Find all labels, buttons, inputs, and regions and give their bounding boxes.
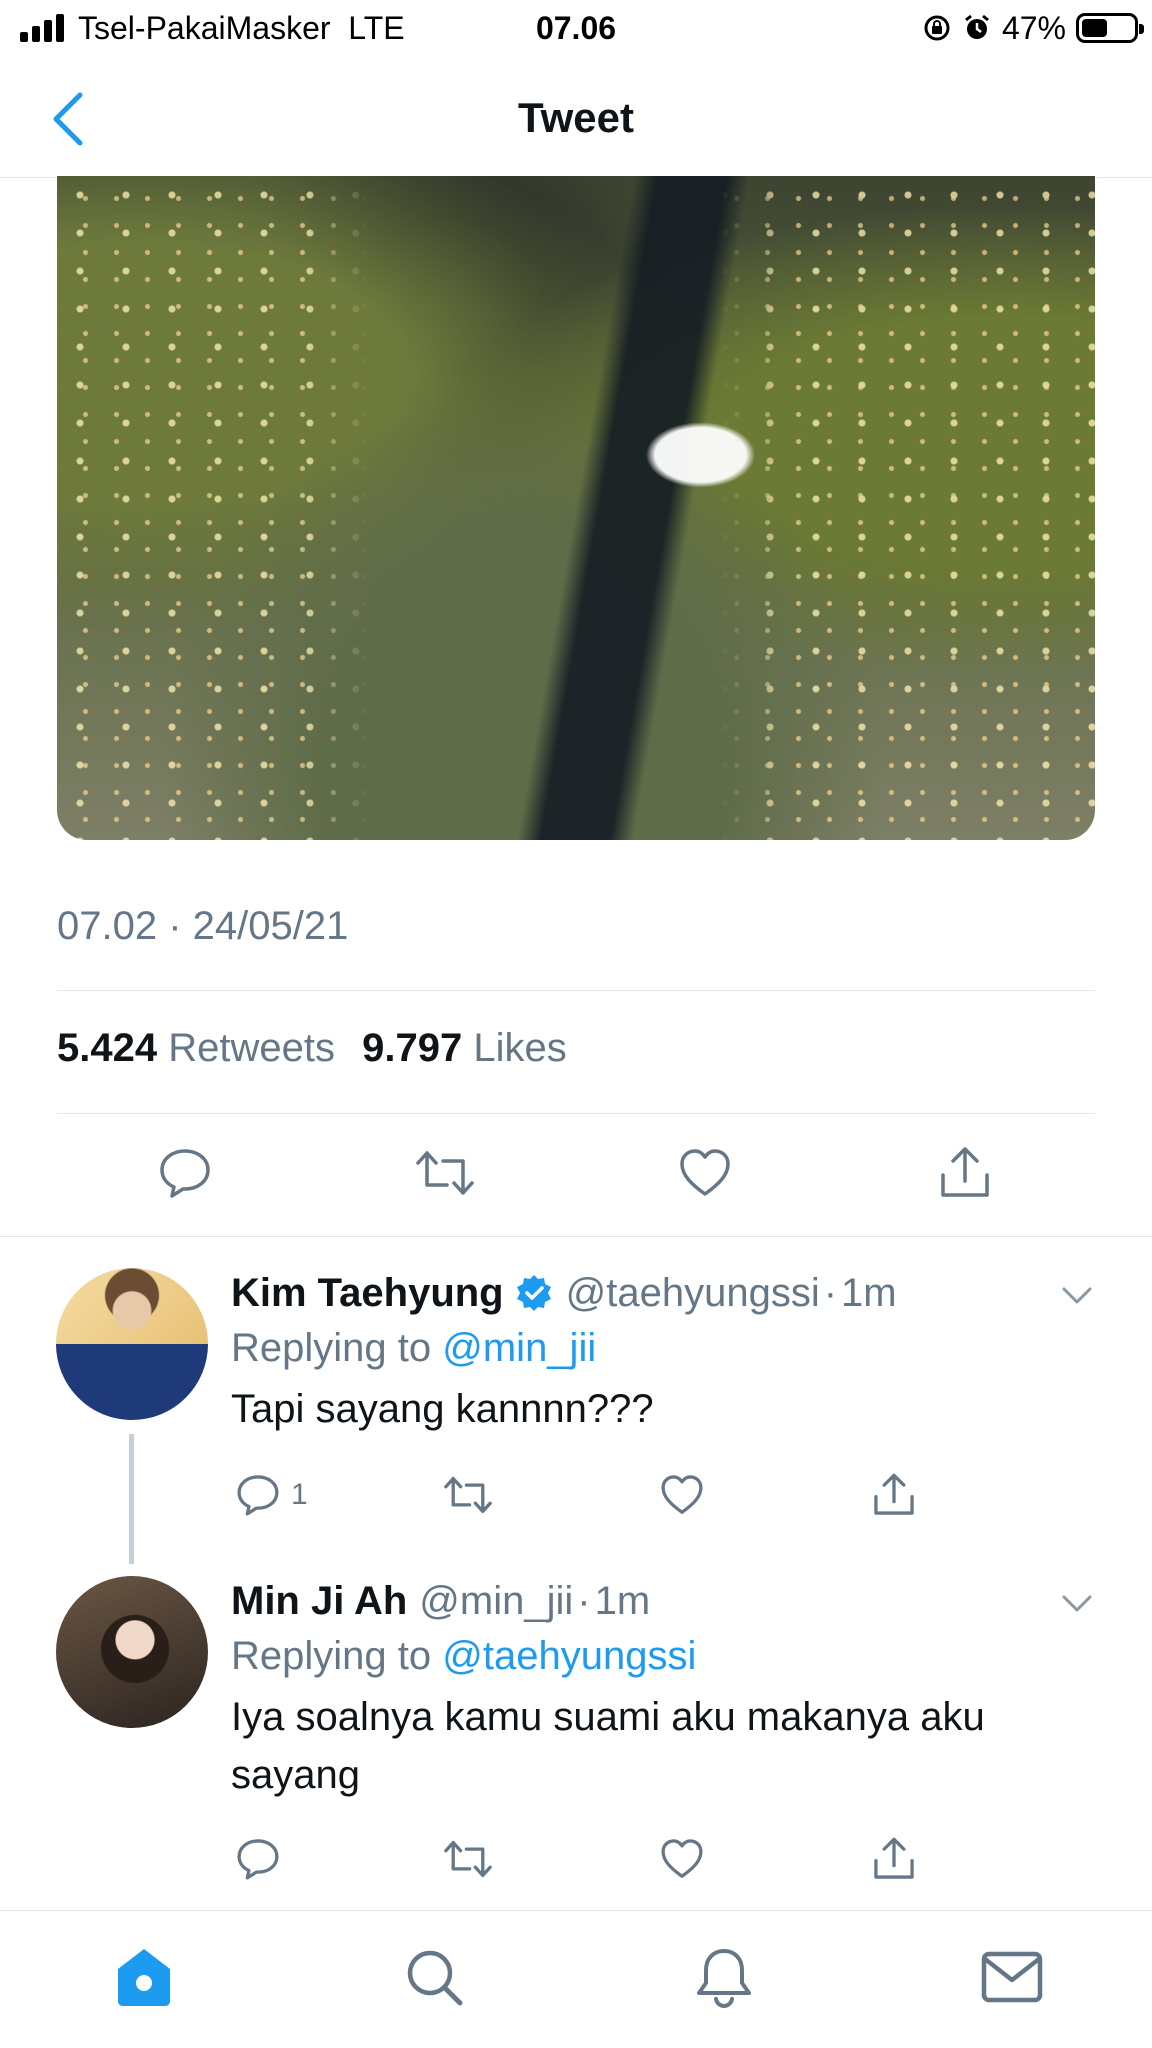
- like-button[interactable]: [659, 1470, 705, 1520]
- replying-to: Replying to @taehyungssi: [231, 1634, 697, 1678]
- reply-button[interactable]: [235, 1834, 281, 1884]
- nav-bar: Tweet: [0, 60, 1152, 178]
- battery-icon: [1076, 13, 1144, 43]
- tweet-actions: [57, 1140, 1095, 1206]
- separator-dot: ·: [577, 1578, 591, 1623]
- verified-badge-icon: [516, 1275, 551, 1311]
- likes-count: 9.797: [362, 1026, 463, 1070]
- reply-tweet[interactable]: Kim Taehyung @taehyungssi · 1m Replying …: [0, 1268, 1152, 1568]
- retweets-count: 5.424: [57, 1026, 158, 1070]
- reply-button[interactable]: 1: [235, 1470, 308, 1520]
- battery-percent: 47%: [1001, 9, 1066, 46]
- tab-search[interactable]: [400, 1943, 468, 2011]
- share-button[interactable]: [932, 1140, 998, 1206]
- like-icon: [661, 1839, 703, 1878]
- retweet-icon: [444, 1840, 492, 1878]
- reply-count: 1: [291, 1478, 308, 1511]
- divider: [57, 990, 1095, 991]
- reply-button[interactable]: [152, 1140, 218, 1206]
- like-icon: [680, 1149, 730, 1196]
- status-bar: Tsel-PakaiMasker LTE 07.06 47%: [0, 0, 1152, 58]
- home-icon: [118, 1949, 170, 2006]
- chevron-down-icon[interactable]: [1058, 1584, 1096, 1622]
- likes-label: Likes: [473, 1026, 567, 1070]
- likes-stat[interactable]: 9.797 Likes: [362, 1026, 583, 1070]
- tab-messages[interactable]: [978, 1943, 1046, 2011]
- like-button[interactable]: [672, 1140, 738, 1206]
- share-icon: [874, 1837, 914, 1879]
- replying-to: Replying to @min_jii: [231, 1326, 597, 1370]
- messages-icon: [981, 1951, 1043, 2003]
- retweets-label: Retweets: [168, 1026, 335, 1070]
- tab-bar: [0, 1910, 1152, 2048]
- retweet-button[interactable]: [443, 1834, 493, 1884]
- reply-text: Tapi sayang kannnn???: [231, 1387, 654, 1431]
- author-name[interactable]: Kim Taehyung: [231, 1271, 504, 1316]
- retweet-button[interactable]: [443, 1470, 493, 1520]
- divider: [0, 1236, 1152, 1237]
- notifications-icon: [697, 1949, 751, 2009]
- thread-line: [129, 1434, 134, 1564]
- mention-link[interactable]: @taehyungssi: [442, 1634, 696, 1678]
- search-icon: [407, 1950, 463, 2006]
- tweet-timestamp: 07.02 · 24/05/21: [57, 904, 349, 948]
- separator-dot: ·: [823, 1270, 838, 1315]
- like-button[interactable]: [659, 1834, 705, 1884]
- author-handle: @taehyungssi: [565, 1270, 820, 1315]
- rotation-lock-icon: [924, 15, 950, 41]
- retweets-stat[interactable]: 5.424 Retweets: [57, 1026, 351, 1070]
- reply-icon: [237, 1475, 279, 1516]
- alarm-icon: [965, 14, 989, 39]
- share-icon: [941, 1147, 989, 1197]
- retweet-button[interactable]: [412, 1140, 478, 1206]
- reply-tweet[interactable]: Min Ji Ah @min_jii · 1m Replying to @tae…: [0, 1576, 1152, 1896]
- author-handle: @min_jii: [419, 1578, 574, 1623]
- mention-link[interactable]: @min_jii: [442, 1326, 596, 1370]
- divider: [57, 1113, 1095, 1114]
- retweet-icon: [416, 1151, 474, 1195]
- author-name[interactable]: Min Ji Ah: [231, 1579, 407, 1624]
- reply-text: Iya soalnya kamu suami aku makanya aku s…: [231, 1695, 985, 1797]
- avatar[interactable]: [56, 1576, 208, 1728]
- share-icon: [874, 1473, 914, 1515]
- reply-icon: [237, 1839, 279, 1880]
- share-button[interactable]: [871, 1470, 917, 1520]
- page-title: Tweet: [518, 94, 634, 141]
- reply-time: 1m: [841, 1270, 897, 1315]
- tab-notifications[interactable]: [690, 1943, 758, 2011]
- share-button[interactable]: [871, 1834, 917, 1884]
- avatar[interactable]: [56, 1268, 208, 1420]
- tweet-photo[interactable]: [57, 176, 1095, 840]
- reply-time: 1m: [594, 1578, 651, 1623]
- tab-home[interactable]: [110, 1943, 178, 2011]
- like-icon: [661, 1475, 703, 1514]
- reply-icon: [160, 1149, 210, 1198]
- chevron-down-icon[interactable]: [1058, 1276, 1096, 1314]
- retweet-icon: [444, 1476, 492, 1514]
- tweet-stats: 5.424 Retweets 9.797 Likes: [57, 1026, 583, 1071]
